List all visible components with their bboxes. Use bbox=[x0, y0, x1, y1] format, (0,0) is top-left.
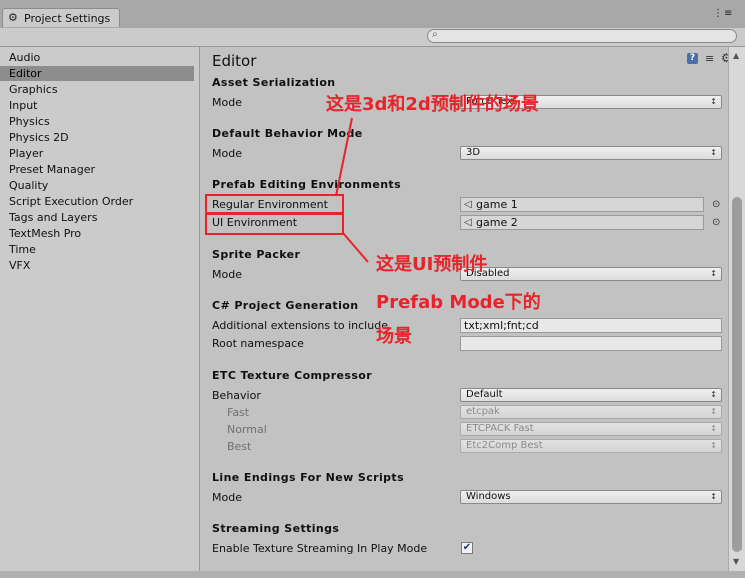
object-picker-icon[interactable]: ⊙ bbox=[712, 217, 720, 228]
dropdown-value: Windows bbox=[466, 491, 511, 502]
annotation-ui-note-line3: 场景 bbox=[376, 326, 412, 347]
dropdown-arrow-icon: ↕ bbox=[710, 407, 717, 416]
annotation-top-note: 这是3d和2d预制件的场景 bbox=[326, 94, 539, 115]
section-streaming-settings: Streaming Settings bbox=[212, 522, 340, 535]
dropdown-arrow-icon: ↕ bbox=[710, 492, 717, 501]
annotation-box-ui bbox=[205, 213, 344, 235]
etc-behavior-dropdown[interactable]: Default ↕ bbox=[460, 388, 722, 402]
etc-best-dropdown: Etc2Comp Best ↕ bbox=[460, 439, 722, 453]
sidebar-item-graphics[interactable]: Graphics bbox=[0, 82, 194, 97]
sidebar-item-vfx[interactable]: VFX bbox=[0, 258, 194, 273]
search-icon: ⌕ bbox=[432, 29, 438, 40]
etc-best-label: Best bbox=[227, 440, 252, 453]
dropdown-value: ETCPACK Fast bbox=[466, 423, 534, 434]
line-endings-mode-dropdown[interactable]: Windows ↕ bbox=[460, 490, 722, 504]
scroll-down-icon[interactable]: ▼ bbox=[733, 557, 739, 566]
page-title: Editor bbox=[212, 52, 257, 70]
sidebar-item-tags-and-layers[interactable]: Tags and Layers bbox=[0, 210, 194, 225]
scene-asset-icon: ◁ bbox=[464, 217, 472, 228]
etc-behavior-label: Behavior bbox=[212, 389, 261, 402]
annotation-ui-note-line1: 这是UI预制件 bbox=[376, 254, 488, 275]
dropdown-value: Default bbox=[466, 389, 503, 400]
sidebar-item-editor[interactable]: Editor bbox=[0, 66, 194, 81]
default-behavior-mode-dropdown[interactable]: 3D ↕ bbox=[460, 146, 722, 160]
sidebar-item-physics-2d[interactable]: Physics 2D bbox=[0, 130, 194, 145]
texture-streaming-label: Enable Texture Streaming In Play Mode bbox=[212, 542, 428, 555]
sprite-packer-mode-dropdown[interactable]: Disabled ↕ bbox=[460, 267, 722, 281]
dropdown-arrow-icon: ↕ bbox=[710, 97, 717, 106]
object-field-value: game 1 bbox=[476, 198, 518, 211]
section-asset-serialization: Asset Serialization bbox=[212, 76, 336, 89]
tab-label: Project Settings bbox=[24, 12, 111, 25]
dropdown-arrow-icon: ↕ bbox=[710, 441, 717, 450]
gear-icon: ⚙ bbox=[8, 11, 18, 24]
asset-serialization-mode-label: Mode bbox=[212, 96, 242, 109]
root-namespace-label: Root namespace bbox=[212, 337, 304, 350]
dropdown-value: Etc2Comp Best bbox=[466, 440, 543, 451]
sidebar-item-preset-manager[interactable]: Preset Manager bbox=[0, 162, 194, 177]
section-etc-texture-compressor: ETC Texture Compressor bbox=[212, 369, 373, 382]
scroll-up-icon[interactable]: ▲ bbox=[733, 51, 739, 60]
section-sprite-packer: Sprite Packer bbox=[212, 248, 301, 261]
annotation-box-regular bbox=[205, 194, 344, 214]
section-line-endings: Line Endings For New Scripts bbox=[212, 471, 405, 484]
annotation-ui-note-line2: Prefab Mode下的 bbox=[376, 292, 541, 313]
search-box[interactable]: ⌕ bbox=[427, 29, 737, 43]
sidebar-item-input[interactable]: Input bbox=[0, 98, 194, 113]
section-default-behavior-mode: Default Behavior Mode bbox=[212, 127, 363, 140]
dropdown-arrow-icon: ↕ bbox=[710, 269, 717, 278]
additional-extensions-input[interactable]: txt;xml;fnt;cd bbox=[460, 318, 722, 333]
etc-normal-dropdown: ETCPACK Fast ↕ bbox=[460, 422, 722, 436]
tab-project-settings[interactable]: ⚙ Project Settings bbox=[2, 8, 120, 27]
settings-gear-icon[interactable]: ⚙ bbox=[721, 51, 728, 65]
sidebar-item-audio[interactable]: Audio bbox=[0, 50, 194, 65]
object-field-value: game 2 bbox=[476, 216, 518, 229]
sidebar-item-physics[interactable]: Physics bbox=[0, 114, 194, 129]
additional-extensions-label: Additional extensions to include bbox=[212, 319, 388, 332]
section-csharp-project-generation: C# Project Generation bbox=[212, 299, 359, 312]
dropdown-value: etcpak bbox=[466, 406, 500, 417]
scrollbar-thumb[interactable] bbox=[732, 197, 742, 552]
dropdown-arrow-icon: ↕ bbox=[710, 390, 717, 399]
etc-normal-label: Normal bbox=[227, 423, 267, 436]
root-namespace-input[interactable] bbox=[460, 336, 722, 351]
tab-bar: ⚙ Project Settings ⋮≡ bbox=[0, 0, 745, 28]
object-picker-icon[interactable]: ⊙ bbox=[712, 199, 720, 210]
ui-environment-field[interactable]: ◁ game 2 bbox=[460, 215, 704, 230]
help-icon[interactable]: ? bbox=[687, 53, 698, 64]
section-prefab-editing-environments: Prefab Editing Environments bbox=[212, 178, 402, 191]
sidebar-item-player[interactable]: Player bbox=[0, 146, 194, 161]
line-endings-mode-label: Mode bbox=[212, 491, 242, 504]
checkmark-icon: ✔ bbox=[462, 542, 472, 553]
window-menu-icon[interactable]: ⋮≡ bbox=[713, 8, 733, 19]
scene-asset-icon: ◁ bbox=[464, 199, 472, 210]
sidebar-item-script-execution-order[interactable]: Script Execution Order bbox=[0, 194, 194, 209]
preset-icon[interactable]: ≡ bbox=[705, 52, 714, 65]
search-input[interactable] bbox=[444, 30, 724, 42]
sidebar: Audio Editor Graphics Input Physics Phys… bbox=[0, 47, 200, 571]
vertical-scrollbar[interactable]: ▲ ▼ bbox=[728, 47, 745, 571]
etc-fast-label: Fast bbox=[227, 406, 250, 419]
regular-environment-field[interactable]: ◁ game 1 bbox=[460, 197, 704, 212]
dropdown-value: 3D bbox=[466, 147, 481, 158]
window-footer bbox=[0, 571, 745, 578]
sprite-packer-mode-label: Mode bbox=[212, 268, 242, 281]
sidebar-item-time[interactable]: Time bbox=[0, 242, 194, 257]
dropdown-arrow-icon: ↕ bbox=[710, 148, 717, 157]
etc-fast-dropdown: etcpak ↕ bbox=[460, 405, 722, 419]
dropdown-arrow-icon: ↕ bbox=[710, 424, 717, 433]
texture-streaming-checkbox[interactable]: ✔ bbox=[461, 542, 473, 554]
default-behavior-mode-label: Mode bbox=[212, 147, 242, 160]
sidebar-item-textmesh-pro[interactable]: TextMesh Pro bbox=[0, 226, 194, 241]
sidebar-item-quality[interactable]: Quality bbox=[0, 178, 194, 193]
